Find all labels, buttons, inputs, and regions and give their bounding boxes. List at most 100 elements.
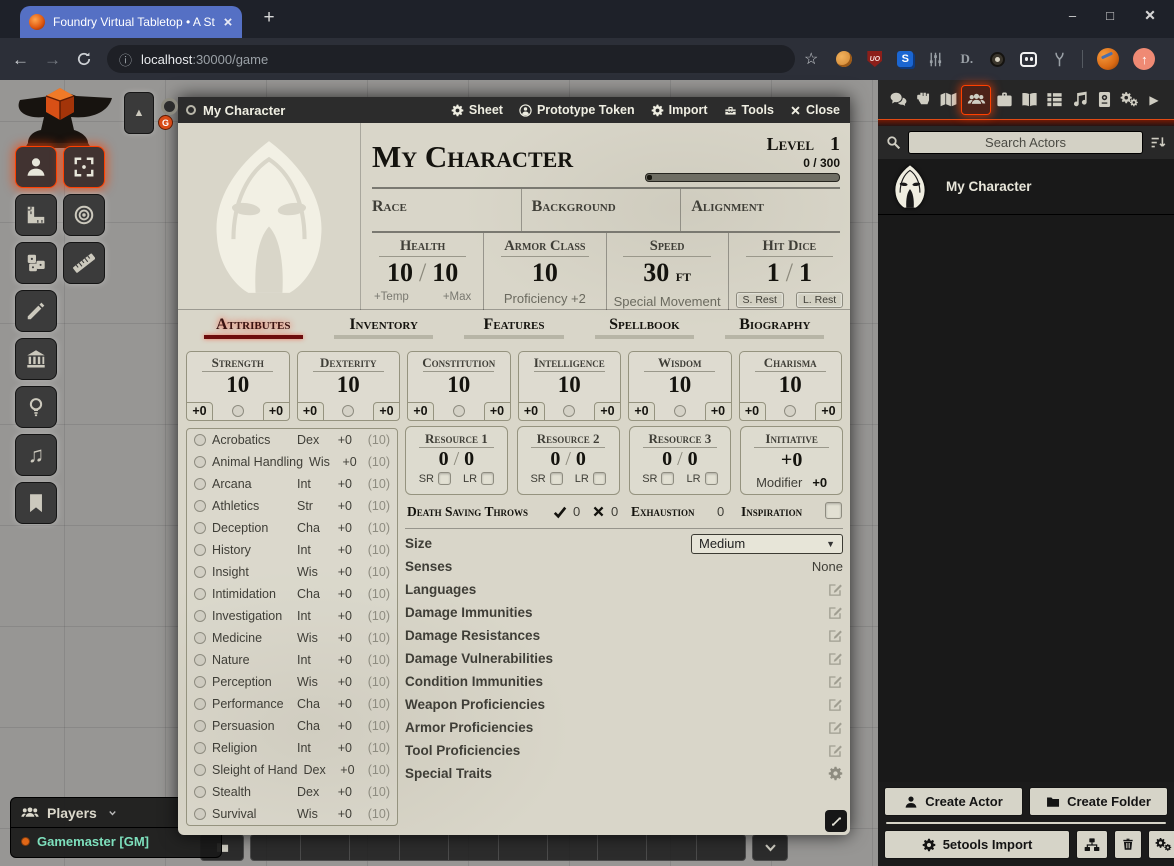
ability-check-mod[interactable]: +0 xyxy=(594,402,621,421)
ability-save-mod[interactable]: +0 xyxy=(628,402,655,421)
sr-checkbox[interactable] xyxy=(438,472,451,485)
skill-name[interactable]: Intimidation xyxy=(212,587,291,601)
configure-button[interactable] xyxy=(1148,830,1174,859)
check-icon[interactable] xyxy=(553,505,567,519)
skill-name[interactable]: Animal Handling xyxy=(212,455,303,469)
skill-row[interactable]: Medicine Wis +0 (10) xyxy=(187,627,397,649)
minimize-icon[interactable]: – xyxy=(1069,8,1076,23)
close-sheet-button[interactable]: Close xyxy=(790,103,840,117)
close-window-icon[interactable] xyxy=(1144,9,1156,21)
ability-block[interactable]: Constitution 10 +0 +0 xyxy=(407,351,511,421)
sidebar-tab-journal[interactable] xyxy=(1017,87,1041,113)
actor-avatar[interactable] xyxy=(886,163,933,210)
skill-name[interactable]: Medicine xyxy=(212,631,291,645)
new-tab-button[interactable]: + xyxy=(256,5,282,31)
forward-icon[interactable]: → xyxy=(44,51,61,68)
skill-name[interactable]: Insight xyxy=(212,565,291,579)
window-title-bar[interactable]: My Character Sheet Prototype Token Impor… xyxy=(178,97,850,123)
import-button[interactable]: Import xyxy=(651,103,708,117)
edit-icon[interactable] xyxy=(828,697,843,712)
sidebar-tab-tables[interactable] xyxy=(1042,87,1066,113)
edit-icon[interactable] xyxy=(828,628,843,643)
skill-proficiency-radio[interactable] xyxy=(194,434,206,446)
bookmark-star-icon[interactable]: ☆ xyxy=(804,49,818,69)
skill-proficiency-radio[interactable] xyxy=(194,566,206,578)
skill-name[interactable]: Acrobatics xyxy=(212,433,291,447)
site-info-icon[interactable]: ⓘ xyxy=(119,50,132,69)
camera-extension-icon[interactable] xyxy=(989,51,1006,68)
template-controls-button[interactable] xyxy=(63,194,105,236)
lighting-controls-button[interactable] xyxy=(15,386,57,428)
lr-checkbox[interactable] xyxy=(481,472,494,485)
drawing-controls-button[interactable] xyxy=(15,290,57,332)
skill-row[interactable]: Athletics Str +0 (10) xyxy=(187,495,397,517)
create-folder-button[interactable]: Create Folder xyxy=(1029,787,1168,816)
skill-proficiency-radio[interactable] xyxy=(194,720,206,732)
maximize-icon[interactable]: □ xyxy=(1106,8,1114,23)
skill-row[interactable]: History Int +0 (10) xyxy=(187,539,397,561)
alignment-field[interactable]: Alignment xyxy=(680,189,840,231)
edit-icon[interactable] xyxy=(828,674,843,689)
tile-controls-button[interactable] xyxy=(15,338,57,380)
ability-score[interactable]: 10 xyxy=(408,372,510,398)
proficiency-radio[interactable] xyxy=(232,405,244,417)
ability-save-mod[interactable]: +0 xyxy=(186,402,213,421)
create-actor-button[interactable]: Create Actor xyxy=(884,787,1023,816)
sidebar-tab-scenes[interactable] xyxy=(936,87,960,113)
ability-block[interactable]: Intelligence 10 +0 +0 xyxy=(518,351,622,421)
long-rest-button[interactable]: L. Rest xyxy=(796,292,843,308)
gear-icon[interactable] xyxy=(828,766,843,781)
5etools-import-button[interactable]: 5etools Import xyxy=(884,830,1070,859)
background-field[interactable]: Background xyxy=(521,189,681,231)
sliders-extension-icon[interactable] xyxy=(927,51,944,68)
skill-proficiency-radio[interactable] xyxy=(194,456,206,468)
resource-block[interactable]: Resource 1 00 SR LR xyxy=(405,426,508,495)
skill-name[interactable]: Arcana xyxy=(212,477,291,491)
initiative-block[interactable]: Initiative +0 Modifier+0 xyxy=(740,426,843,495)
measure-controls-button[interactable] xyxy=(15,194,57,236)
proficiency-radio[interactable] xyxy=(784,405,796,417)
ability-save-mod[interactable]: +0 xyxy=(297,402,324,421)
ability-save-mod[interactable]: +0 xyxy=(739,402,766,421)
skill-proficiency-radio[interactable] xyxy=(194,610,206,622)
skill-row[interactable]: Sleight of Hand Dex +0 (10) xyxy=(187,759,397,781)
skill-proficiency-radio[interactable] xyxy=(194,544,206,556)
short-rest-button[interactable]: S. Rest xyxy=(736,292,784,308)
sound-controls-button[interactable]: ♫ xyxy=(15,434,57,476)
character-portrait[interactable] xyxy=(178,123,361,310)
skill-name[interactable]: Survival xyxy=(212,807,291,821)
skill-proficiency-radio[interactable] xyxy=(194,588,206,600)
macro-slots[interactable] xyxy=(250,834,746,861)
skill-name[interactable]: Religion xyxy=(212,741,291,755)
proficiency-radio[interactable] xyxy=(563,405,575,417)
skill-proficiency-radio[interactable] xyxy=(194,742,206,754)
s-extension-icon[interactable]: S xyxy=(897,51,913,67)
dice-controls-button[interactable] xyxy=(15,242,57,284)
skill-proficiency-radio[interactable] xyxy=(194,764,206,776)
sr-checkbox[interactable] xyxy=(661,472,674,485)
tab-attributes[interactable]: Attributes xyxy=(188,316,318,346)
reload-icon[interactable] xyxy=(76,51,92,67)
sidebar-tab-chat[interactable] xyxy=(886,87,910,113)
character-name-field[interactable]: My Character xyxy=(372,129,645,185)
url-bar[interactable]: ⓘ localhost:30000/game xyxy=(107,45,795,73)
actor-list-item[interactable]: My Character xyxy=(878,159,1174,215)
speed-block[interactable]: Speed 30 ft Special Movement xyxy=(606,233,728,310)
lr-checkbox[interactable] xyxy=(705,472,718,485)
skill-row[interactable]: Religion Int +0 (10) xyxy=(187,737,397,759)
skill-row[interactable]: Animal Handling Wis +0 (10) xyxy=(187,451,397,473)
ability-save-mod[interactable]: +0 xyxy=(518,402,545,421)
module-g-badge[interactable]: G xyxy=(158,115,173,130)
sidebar-tab-combat[interactable] xyxy=(911,87,935,113)
skill-proficiency-radio[interactable] xyxy=(194,522,206,534)
skill-name[interactable]: Stealth xyxy=(212,785,291,799)
skill-name[interactable]: Athletics xyxy=(212,499,291,513)
ability-save-mod[interactable]: +0 xyxy=(407,402,434,421)
skill-row[interactable]: Nature Int +0 (10) xyxy=(187,649,397,671)
tab-close-icon[interactable] xyxy=(223,17,233,27)
sidebar-tab-items[interactable] xyxy=(992,87,1016,113)
profile-avatar[interactable] xyxy=(1097,48,1119,70)
actor-name[interactable]: My Character xyxy=(946,179,1032,194)
skill-proficiency-radio[interactable] xyxy=(194,676,206,688)
ability-score[interactable]: 10 xyxy=(298,372,400,398)
